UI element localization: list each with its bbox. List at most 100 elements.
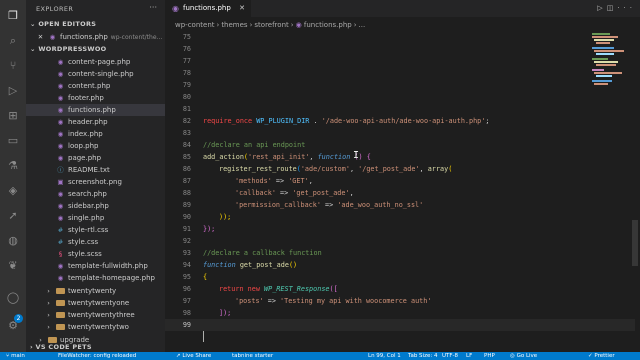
file-item[interactable]: ◉ index.php: [26, 128, 165, 140]
remote-explorer-icon[interactable]: ▭: [5, 133, 21, 149]
php-file-icon: ◉: [49, 33, 56, 41]
flask-icon[interactable]: ⚗: [5, 158, 21, 174]
code-line: 86 'methods' => 'GET',: [182, 165, 313, 185]
file-item[interactable]: ◉ page.php: [26, 152, 165, 164]
scss-file-icon: §: [58, 250, 63, 258]
minimap[interactable]: [588, 33, 632, 113]
file-item[interactable]: ◉ header.php: [26, 116, 165, 128]
css-file-icon: #: [57, 238, 64, 246]
language-mode[interactable]: PHP: [484, 352, 495, 360]
breadcrumb-item[interactable]: ...: [359, 21, 366, 29]
folder-icon: [56, 288, 65, 294]
text-cursor: [203, 331, 204, 342]
vs-code-pets-header[interactable]: › VS CODE PETS: [30, 343, 92, 351]
code-line: 85 register_rest_route('ade/custom', '/g…: [182, 153, 453, 173]
file-item[interactable]: ◉ template-homepage.php: [26, 272, 165, 284]
tabnine-status[interactable]: tabnine starter: [232, 352, 273, 360]
tab-size[interactable]: Tab Size: 4: [408, 352, 437, 360]
source-control-icon[interactable]: ⑂: [5, 58, 21, 74]
file-item[interactable]: ⓘ README.txt: [26, 164, 165, 176]
code-line: 89 ));: [182, 201, 232, 221]
workspace-header[interactable]: ⌄ WORDPRESSWOO: [30, 45, 107, 53]
open-editor-name: functions.php: [60, 33, 108, 41]
leaf-icon[interactable]: ❦: [5, 258, 21, 274]
breadcrumb-item[interactable]: storefront: [254, 21, 288, 29]
code-line: 96 'posts' => 'Testing my api with wooco…: [182, 285, 432, 305]
code-line: 93 function get_post_ade(): [182, 249, 298, 269]
file-item-selected[interactable]: ◉ functions.php: [26, 104, 165, 116]
cursor-position[interactable]: Ln 99, Col 1: [368, 352, 401, 360]
file-item[interactable]: ◉ footer.php: [26, 92, 165, 104]
close-icon[interactable]: ✕: [36, 31, 45, 43]
folder-icon: [56, 300, 65, 306]
code-line: 79: [182, 81, 191, 89]
code-line: 83 //declare an api endpoint: [182, 129, 306, 149]
file-item[interactable]: ◉ content-page.php: [26, 56, 165, 68]
file-item[interactable]: # style-rtl.css: [26, 224, 165, 236]
docker-icon[interactable]: ◈: [5, 183, 21, 199]
tab-functions-php[interactable]: ◉ functions.php ✕: [165, 0, 251, 17]
prettier-status[interactable]: ✓ Prettier: [588, 352, 615, 360]
close-icon[interactable]: ✕: [239, 0, 245, 17]
explorer-icon[interactable]: ❐: [5, 8, 21, 24]
mouse-ibeam-icon: I: [353, 150, 360, 161]
css-file-icon: #: [57, 226, 64, 234]
code-line: 87 'callback' => 'get_post_ade',: [182, 177, 354, 197]
file-item[interactable]: ◉ content.php: [26, 80, 165, 92]
extensions-icon[interactable]: ⊞: [5, 108, 21, 124]
breadcrumb-item[interactable]: themes: [221, 21, 247, 29]
live-share-status[interactable]: ➚ Live Share: [176, 352, 211, 360]
run-icon[interactable]: ▷: [597, 4, 606, 12]
more-actions-icon[interactable]: ···: [149, 3, 157, 12]
chevron-right-icon: ›: [47, 323, 50, 331]
status-bar: ⑂ main FileWatcher: config reloaded ➚ Li…: [0, 352, 640, 360]
code-line: 78: [182, 69, 191, 77]
search-icon[interactable]: ⌕: [5, 33, 21, 49]
open-editor-path: wp-content/the...: [110, 34, 163, 41]
vertical-scrollbar[interactable]: [632, 220, 638, 266]
activity-bar: ❐ ⌕ ⑂ ▷ ⊞ ▭ ⚗ ◈ ➚ ◍ ❦ ◯ ⚙ 2: [0, 0, 26, 352]
encoding[interactable]: UTF-8: [442, 352, 458, 360]
go-live-button[interactable]: ◎ Go Live: [510, 352, 537, 360]
code-line: 76: [182, 45, 191, 53]
database-icon[interactable]: ◍: [5, 233, 21, 249]
split-editor-icon[interactable]: ◫: [607, 4, 618, 12]
line-ending[interactable]: LF: [466, 352, 472, 360]
branch-indicator[interactable]: ⑂ main: [6, 352, 25, 360]
code-line: 81 require_once WP_PLUGIN_DIR . '/ade-wo…: [182, 105, 490, 125]
breadcrumb-item[interactable]: functions.php: [304, 21, 352, 29]
code-line: 91: [182, 225, 191, 233]
breadcrumb-item[interactable]: wp-content: [175, 21, 215, 29]
file-item[interactable]: ◉ template-fullwidth.php: [26, 260, 165, 272]
open-editors-header[interactable]: ⌄ OPEN EDITORS: [30, 20, 96, 28]
chevron-right-icon: ›: [47, 287, 50, 295]
more-actions-icon[interactable]: ···: [617, 4, 636, 12]
folder-icon: [56, 312, 65, 318]
run-debug-icon[interactable]: ▷: [5, 83, 21, 99]
code-line-current: 99: [165, 319, 635, 342]
folder-item[interactable]: › twentytwentytwo: [26, 321, 165, 333]
folder-item[interactable]: › twentytwentyone: [26, 297, 165, 309]
file-item[interactable]: ◉ loop.php: [26, 140, 165, 152]
php-file-icon: ◉: [57, 106, 64, 114]
code-line: 95 return new WP_REST_Response([: [182, 273, 338, 293]
file-item[interactable]: ◉ sidebar.php: [26, 200, 165, 212]
open-editor-item[interactable]: ✕ ◉ functions.php wp-content/the...: [26, 31, 165, 43]
breadcrumb: wp-content › themes › storefront › ◉ functions…: [175, 21, 366, 29]
folder-item[interactable]: › twentytwentythree: [26, 309, 165, 321]
file-item[interactable]: ◉ search.php: [26, 188, 165, 200]
filewatcher-status[interactable]: FileWatcher: config reloaded: [58, 352, 136, 360]
folder-item[interactable]: › twentytwenty: [26, 285, 165, 297]
file-item[interactable]: § style.scss: [26, 248, 165, 260]
code-line: 77: [182, 57, 191, 65]
code-editor[interactable]: 75 76 77 78 79 80 81 require_once WP_PLU…: [165, 31, 635, 352]
file-item[interactable]: ▣ screenshot.png: [26, 176, 165, 188]
live-share-icon[interactable]: ➚: [5, 208, 21, 224]
php-file-icon: ◉: [57, 214, 64, 222]
file-item[interactable]: ◉ single.php: [26, 212, 165, 224]
file-item[interactable]: ◉ content-single.php: [26, 68, 165, 80]
file-item[interactable]: # style.css: [26, 236, 165, 248]
php-file-icon: ◉: [57, 82, 64, 90]
account-icon[interactable]: ◯: [5, 290, 21, 306]
php-file-icon: ◉: [57, 70, 64, 78]
